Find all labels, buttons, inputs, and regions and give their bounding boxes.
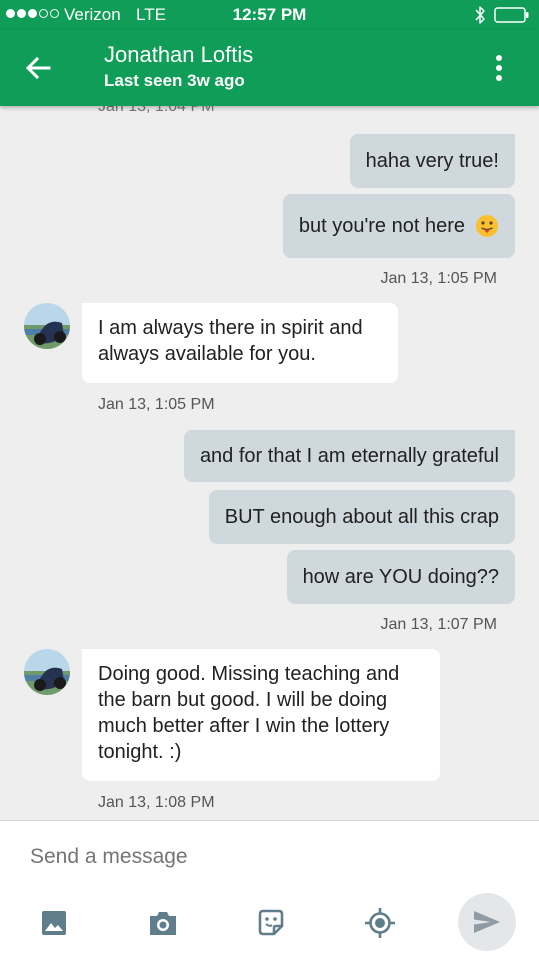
- message-text: Doing good. Missing teaching and the bar…: [98, 663, 400, 763]
- last-seen-status: Last seen 3w ago: [104, 71, 245, 90]
- message-bubble-outgoing[interactable]: haha very true!: [349, 134, 515, 188]
- contact-photo: [24, 649, 70, 695]
- message-timestamp: Jan 13, 1:08 PM: [98, 794, 215, 811]
- avatar[interactable]: [24, 303, 70, 349]
- message-input[interactable]: [30, 841, 500, 873]
- back-button[interactable]: [20, 52, 56, 84]
- send-icon: [474, 911, 500, 933]
- status-time: 12:57 PM: [232, 5, 307, 24]
- message-timestamp: Jan 13, 1:05 PM: [98, 396, 215, 413]
- overflow-menu-button[interactable]: [484, 50, 514, 86]
- message-timestamp: Jan 13, 1:05 PM: [380, 270, 497, 287]
- camera-button[interactable]: [147, 907, 179, 939]
- contact-photo: [24, 303, 70, 349]
- arrow-back-icon: [25, 56, 51, 80]
- avatar[interactable]: [24, 649, 70, 695]
- message-text: haha very true!: [365, 150, 499, 172]
- send-button[interactable]: [458, 893, 516, 951]
- message-bubble-outgoing[interactable]: how are YOU doing??: [286, 550, 515, 604]
- message-bubble-incoming[interactable]: Doing good. Missing teaching and the bar…: [82, 649, 440, 781]
- message-bubble-incoming[interactable]: I am always there in spirit and always a…: [82, 303, 398, 383]
- image-button[interactable]: [38, 907, 70, 939]
- contact-name[interactable]: Jonathan Loftis: [104, 42, 253, 68]
- location-icon: [365, 908, 395, 938]
- message-timestamp: Jan 13, 1:07 PM: [380, 616, 497, 633]
- conversation-thread[interactable]: Jan 13, 1:04 PM haha very true! but you'…: [0, 106, 539, 820]
- sticker-icon: [258, 909, 284, 936]
- message-text: I am always there in spirit and always a…: [98, 317, 363, 365]
- more-vert-icon: [496, 55, 502, 61]
- status-bar: Verizon LTE 12:57 PM: [0, 0, 539, 30]
- message-text: but you're not here: [298, 215, 465, 237]
- message-text: how are YOU doing??: [302, 566, 499, 588]
- image-icon: [42, 911, 66, 935]
- message-text: and for that I am eternally grateful: [199, 445, 499, 467]
- compose-bar: [0, 820, 539, 960]
- message-bubble-outgoing[interactable]: and for that I am eternally grateful: [183, 430, 515, 482]
- message-bubble-outgoing[interactable]: BUT enough about all this crap: [208, 490, 515, 544]
- battery-icon: [494, 7, 529, 23]
- message-bubble-outgoing[interactable]: but you're not here: [282, 194, 515, 258]
- message-text: BUT enough about all this crap: [224, 506, 499, 528]
- camera-icon: [150, 912, 176, 935]
- partial-timestamp: Jan 13, 1:04 PM: [98, 106, 215, 115]
- sticker-button[interactable]: [255, 907, 287, 939]
- location-button[interactable]: [364, 907, 396, 939]
- tongue-face-emoji-icon: [476, 215, 498, 237]
- app-bar: Jonathan Loftis Last seen 3w ago: [0, 30, 539, 106]
- bluetooth-icon: [475, 6, 485, 24]
